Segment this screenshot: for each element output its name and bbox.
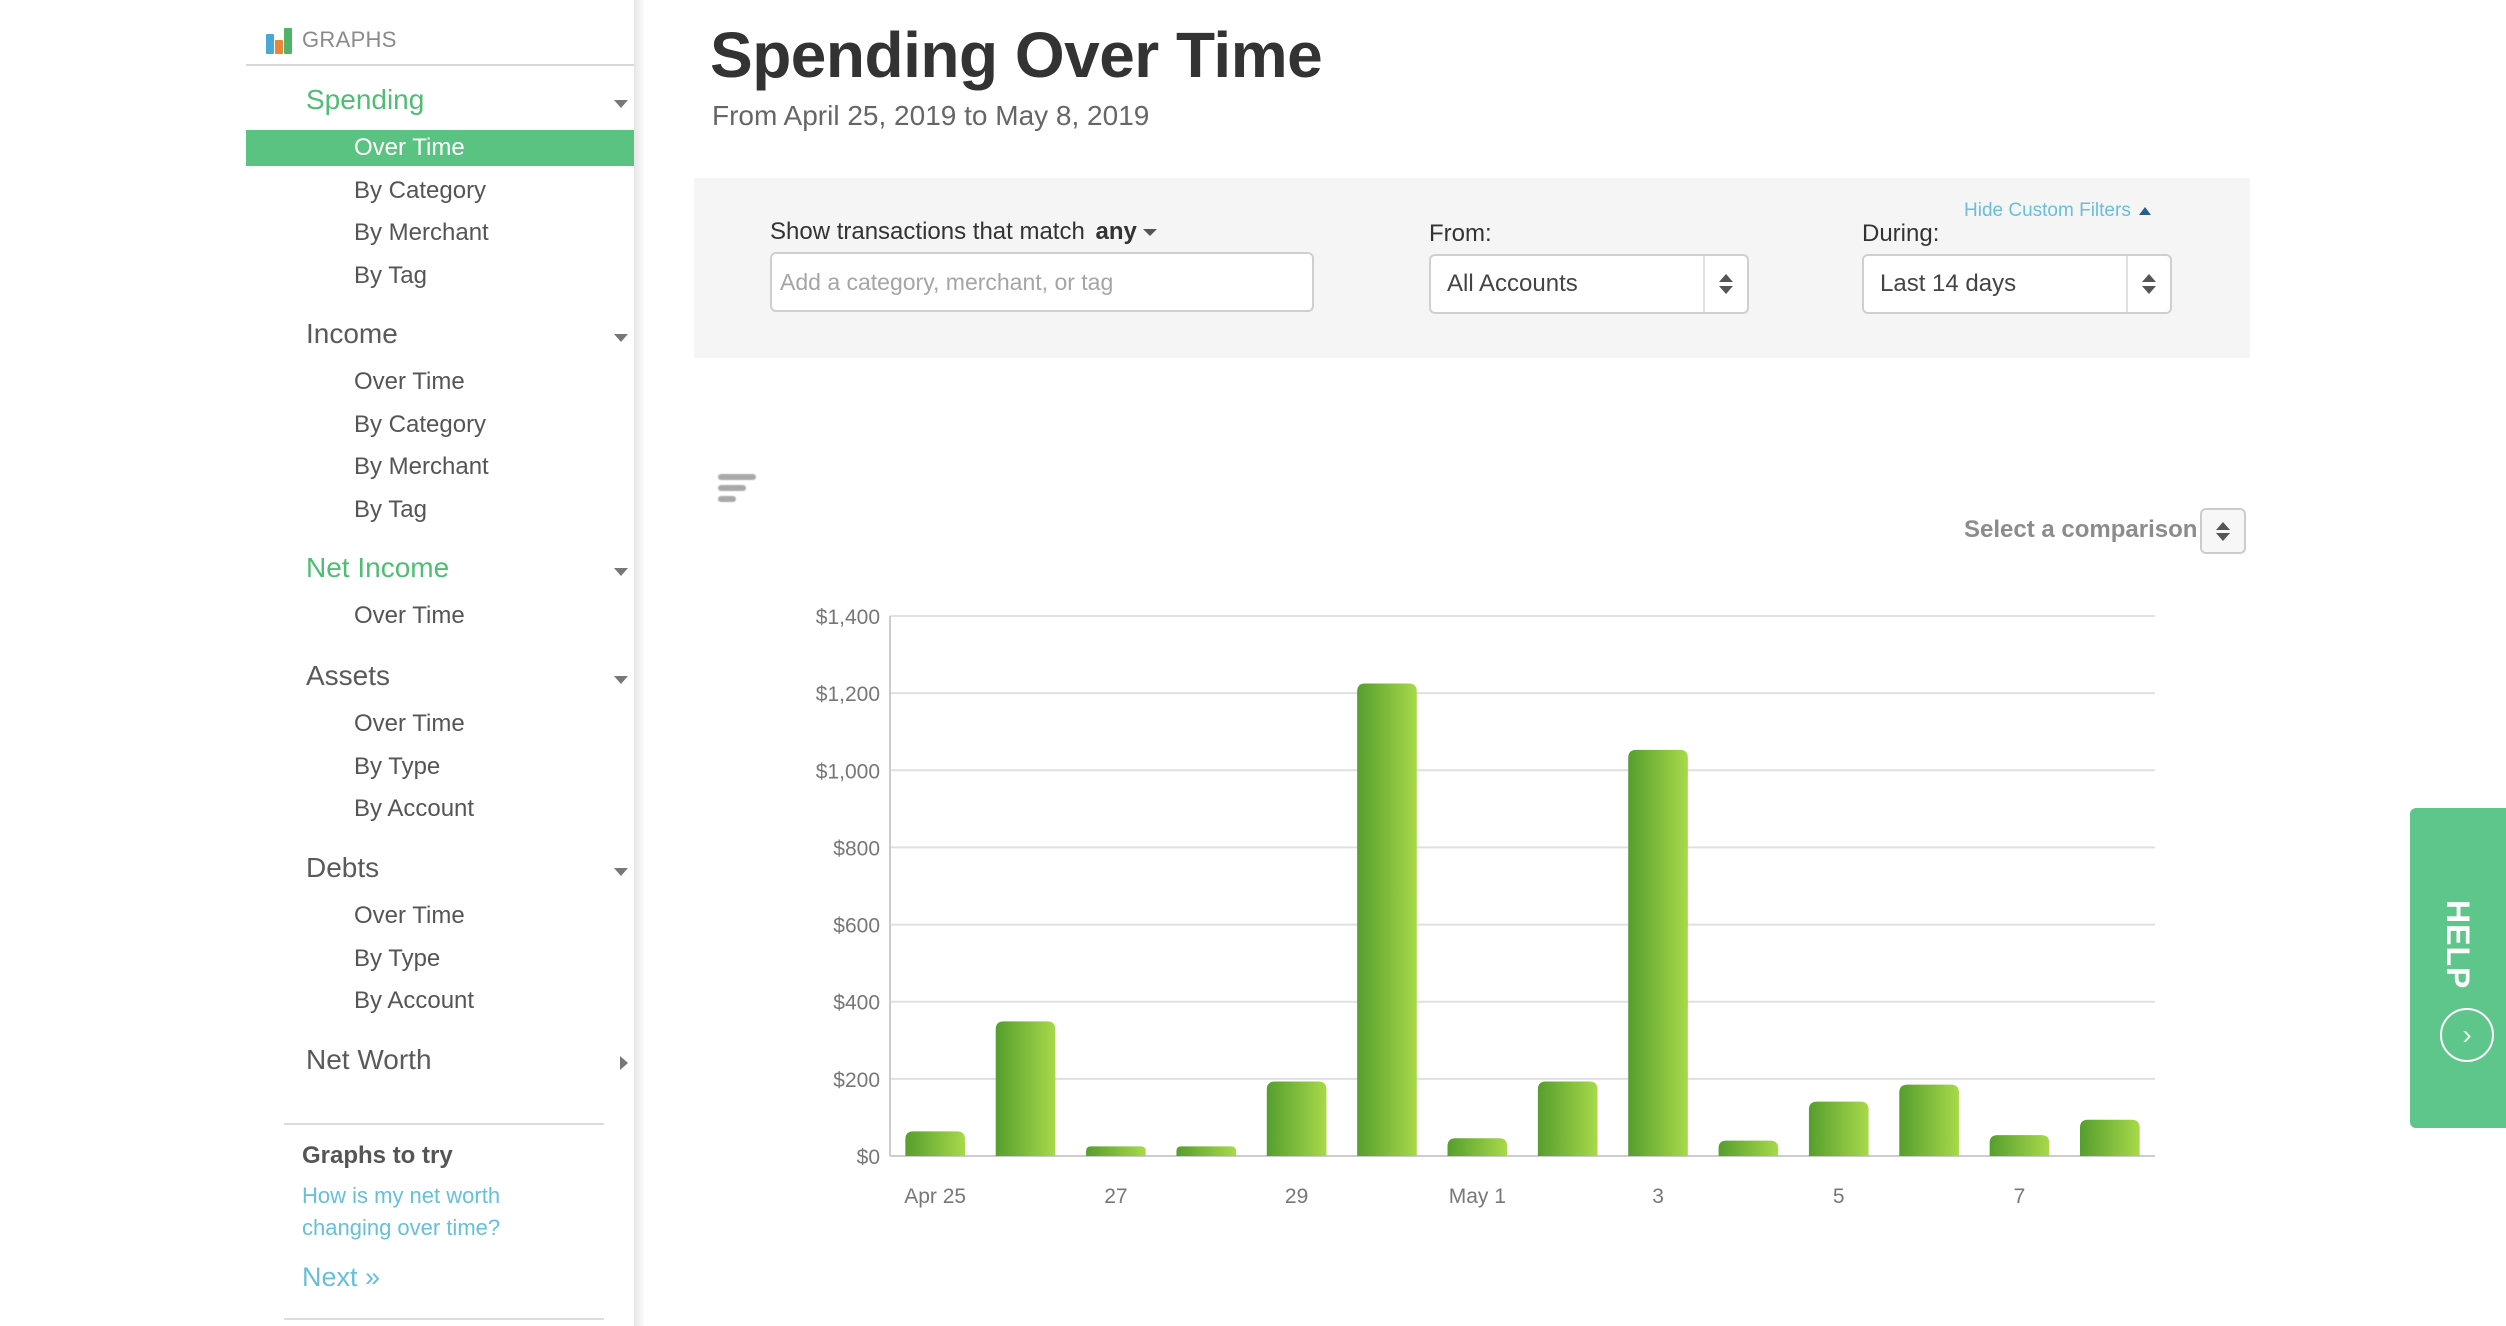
x-tick-label: 7: [2014, 1185, 2026, 1208]
y-tick-label: $200: [833, 1069, 880, 1092]
help-tab[interactable]: HELP ›: [2410, 808, 2506, 1128]
bar-apr-29[interactable]: [1266, 1081, 1327, 1156]
bar-may-1[interactable]: [1447, 1138, 1508, 1156]
bar-may-3[interactable]: [1628, 749, 1688, 1156]
x-tick-label: 3: [1652, 1185, 1664, 1208]
y-tick-label: $1,000: [816, 760, 880, 783]
bar-apr-27[interactable]: [1086, 1146, 1146, 1156]
bar-apr-25[interactable]: [905, 1131, 965, 1156]
y-tick-label: $0: [857, 1146, 880, 1169]
bar-may-8[interactable]: [2080, 1119, 2140, 1156]
spending-bar-chart: Apr 25 27 29 May 1 3 5 7 $0 $200 $400 $600 $800 $1,…: [816, 606, 2155, 1208]
y-tick-label: $1,200: [816, 683, 880, 706]
bar-apr-26[interactable]: [995, 1021, 1056, 1156]
bar-may-2[interactable]: [1537, 1081, 1598, 1156]
bar-may-7[interactable]: [1989, 1135, 2050, 1156]
y-tick-label: $600: [833, 915, 880, 938]
x-tick-label: Apr 25: [904, 1185, 966, 1208]
help-label: HELP: [2440, 900, 2476, 990]
bar-may-6[interactable]: [1899, 1084, 1959, 1156]
chevron-right-circle-icon[interactable]: ›: [2440, 1008, 2494, 1062]
bar-apr-28[interactable]: [1176, 1146, 1237, 1156]
y-tick-label: $1,400: [816, 606, 880, 629]
bar-may-4[interactable]: [1718, 1140, 1779, 1156]
x-tick-label: 27: [1104, 1185, 1127, 1208]
x-tick-label: 29: [1285, 1185, 1308, 1208]
x-tick-label: 5: [1833, 1185, 1845, 1208]
bar-may-5[interactable]: [1808, 1101, 1869, 1156]
bar-apr-30[interactable]: [1357, 683, 1417, 1157]
y-tick-label: $800: [833, 837, 880, 860]
x-tick-label: May 1: [1449, 1185, 1506, 1208]
y-tick-label: $400: [833, 992, 880, 1015]
